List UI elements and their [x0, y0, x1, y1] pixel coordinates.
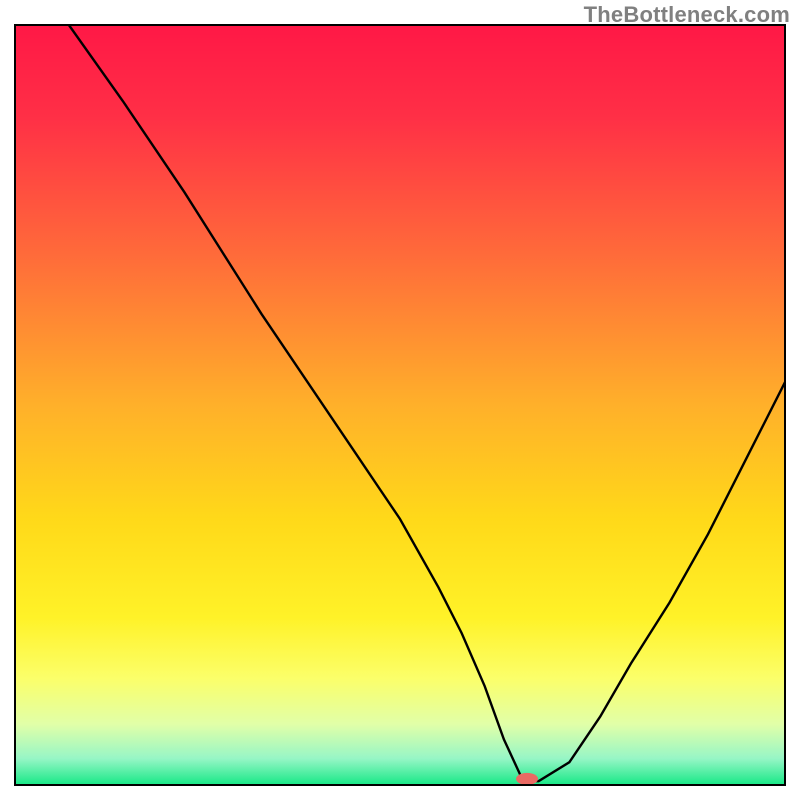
bottleneck-chart [0, 0, 800, 800]
optimum-marker [516, 773, 538, 785]
gradient-background [15, 25, 785, 785]
chart-stage: TheBottleneck.com [0, 0, 800, 800]
